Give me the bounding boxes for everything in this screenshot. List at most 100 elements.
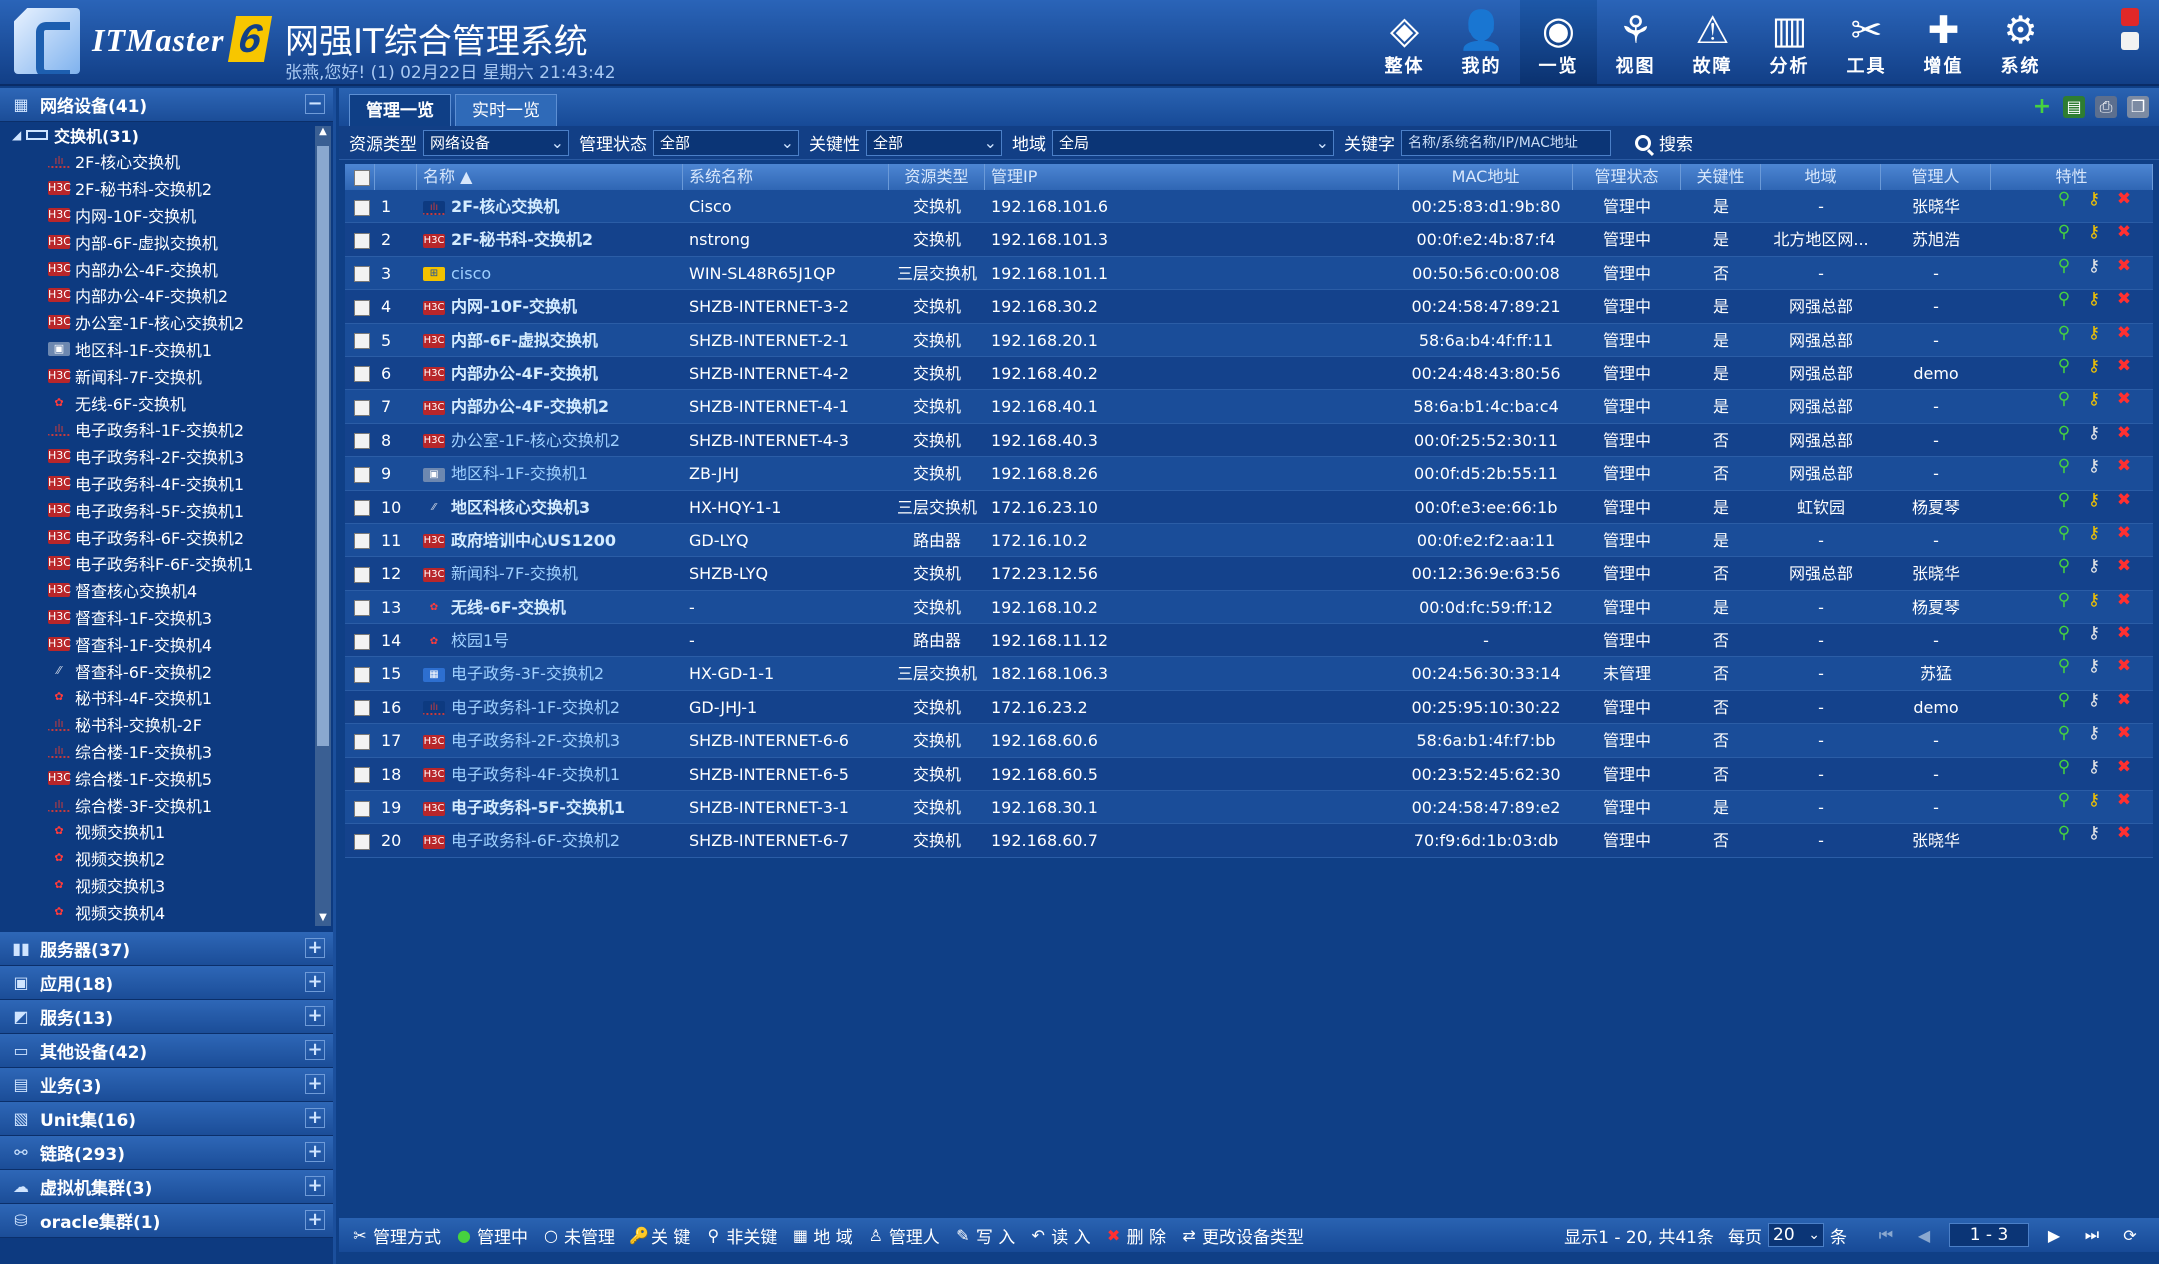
row-select[interactable] — [345, 223, 375, 255]
table-row[interactable]: 1 ılı 2F-核心交换机 Cisco 交换机 192.168.101.6 00:25:8… — [345, 190, 2153, 224]
scroll-up-icon[interactable]: ▲ — [317, 126, 329, 140]
nav-item-3[interactable]: ⚘ 视图 — [1597, 0, 1674, 84]
manage-status-icon[interactable]: ⚲ — [2055, 290, 2073, 308]
tree-item-device[interactable]: H3C 督查科-1F-交换机3 — [0, 604, 333, 631]
row-select[interactable] — [345, 624, 375, 656]
sidebar-category[interactable]: ▤ 业务(3) + — [0, 1068, 333, 1102]
search-button[interactable]: 搜索 — [1635, 130, 1693, 155]
collapse-icon[interactable]: − — [305, 94, 325, 114]
key-icon[interactable]: ⚷ — [2085, 357, 2103, 375]
device-name-link[interactable]: 电子政务科-1F-交换机2 — [451, 698, 620, 717]
key-icon[interactable]: ⚷ — [2085, 758, 2103, 776]
table-row[interactable]: 2 H3C 2F-秘书科-交换机2 nstrong 交换机 192.168.101.3 00… — [345, 223, 2153, 257]
row-select[interactable] — [345, 791, 375, 823]
device-name-link[interactable]: 内部办公-4F-交换机2 — [451, 397, 609, 416]
bottom-button-key[interactable]: 🔑 关 键 — [629, 1223, 690, 1248]
table-row[interactable]: 5 H3C 内部-6F-虚拟交换机 SHZB-INTERNET-2-1 交换机 192.1… — [345, 323, 2153, 357]
next-page-icon[interactable]: ▶ — [2041, 1226, 2067, 1245]
device-name-link[interactable]: 电子政务科-2F-交换机3 — [451, 731, 620, 750]
header-sysname[interactable]: 系统名称 — [683, 164, 889, 190]
checkbox[interactable] — [354, 199, 370, 216]
tree-item-device[interactable]: H3C 电子政务科-5F-交换机1 — [0, 496, 333, 523]
delete-icon[interactable]: ✖ — [2115, 223, 2133, 241]
table-row[interactable]: 9 ▣ 地区科-1F-交换机1 ZB-JHJ 交换机 192.168.8.26 00:0f:… — [345, 457, 2153, 491]
expand-icon[interactable]: + — [305, 938, 325, 958]
delete-icon[interactable]: ✖ — [2115, 257, 2133, 275]
device-name-cell[interactable]: ⊞ cisco — [417, 257, 683, 289]
tree-item-device[interactable]: H3C 办公室-1F-核心交换机2 — [0, 309, 333, 336]
header-mac[interactable]: MAC地址 — [1399, 164, 1573, 190]
sidebar-category[interactable]: ◩ 服务(13) + — [0, 1000, 333, 1034]
add-icon[interactable]: + — [2031, 96, 2053, 118]
tab-realtime-overview[interactable]: 实时一览 — [455, 94, 557, 126]
tree-item-device[interactable]: H3C 电子政务科F-6F-交换机1 — [0, 550, 333, 577]
table-row[interactable]: 3 ⊞ cisco WIN-SL48R65J1QP 三层交换机 192.168.101.1… — [345, 256, 2153, 291]
header-criticality[interactable]: 关键性 — [1681, 164, 1761, 190]
bottom-button-region[interactable]: ▦ 地 域 — [791, 1223, 853, 1248]
manage-status-icon[interactable]: ⚲ — [2055, 791, 2073, 809]
manage-status-icon[interactable]: ⚲ — [2055, 591, 2073, 609]
manage-status-icon[interactable]: ⚲ — [2055, 524, 2073, 542]
checkbox[interactable] — [354, 299, 370, 316]
tree-item-device[interactable]: ılı 综合楼-1F-交换机3 — [0, 738, 333, 765]
key-icon[interactable]: ⚷ — [2085, 557, 2103, 575]
table-row[interactable]: 12 H3C 新闻科-7F-交换机 SHZB-LYQ 交换机 172.23.12.56 00… — [345, 557, 2153, 591]
checkbox[interactable] — [354, 566, 370, 583]
sidebar-category[interactable]: ⚯ 链路(293) + — [0, 1136, 333, 1170]
tree-item-device[interactable]: H3C 督查核心交换机4 — [0, 577, 333, 604]
row-select[interactable] — [345, 824, 375, 856]
tree-item-device[interactable]: H3C 新闻科-7F-交换机 — [0, 362, 333, 389]
tree-item-device[interactable]: ılı 2F-核心交换机 — [0, 148, 333, 175]
per-page-select[interactable]: 20 ⌄ — [1768, 1223, 1824, 1247]
close-icon[interactable] — [2121, 8, 2139, 26]
table-row[interactable]: 8 H3C 办公室-1F-核心交换机2 SHZB-INTERNET-4-3 交换机 192… — [345, 423, 2153, 458]
tree-item-device[interactable]: ▣ 地区科-1F-交换机1 — [0, 336, 333, 363]
manage-status-icon[interactable]: ⚲ — [2055, 624, 2073, 642]
checkbox[interactable] — [354, 232, 370, 249]
bottom-button-tools[interactable]: ✂ 管理方式 — [351, 1223, 441, 1248]
device-name-cell[interactable]: ılı 电子政务科-1F-交换机2 — [417, 691, 683, 723]
sidebar-category[interactable]: ▧ Unit集(16) + — [0, 1102, 333, 1136]
export-icon[interactable]: ▤ — [2063, 96, 2085, 118]
sidebar-category[interactable]: ▭ 其他设备(42) + — [0, 1034, 333, 1068]
row-select[interactable] — [345, 424, 375, 456]
key-icon[interactable]: ⚷ — [2085, 591, 2103, 609]
key-icon[interactable]: ⚷ — [2085, 257, 2103, 275]
checkbox[interactable] — [354, 633, 370, 650]
tree-item-device[interactable]: H3C 综合楼-1F-交换机5 — [0, 764, 333, 791]
checkbox[interactable] — [354, 600, 370, 617]
header-name[interactable]: 名称 ▲ — [417, 164, 683, 190]
device-name-cell[interactable]: H3C 内部办公-4F-交换机 — [417, 357, 683, 389]
device-name-link[interactable]: 校园1号 — [451, 631, 509, 650]
last-page-icon[interactable]: ⏭ — [2079, 1225, 2105, 1245]
checkbox[interactable] — [354, 433, 370, 450]
manage-status-icon[interactable]: ⚲ — [2055, 357, 2073, 375]
manage-status-icon[interactable]: ⚲ — [2055, 424, 2073, 442]
tree-group-switch[interactable]: ◢ 交换机(31) — [0, 122, 333, 148]
device-name-cell[interactable]: ▣ 地区科-1F-交换机1 — [417, 457, 683, 489]
device-name-link[interactable]: 无线-6F-交换机 — [451, 598, 566, 617]
header-ip[interactable]: 管理IP — [985, 164, 1399, 190]
tree-item-device[interactable]: H3C 内部-6F-虚拟交换机 — [0, 228, 333, 255]
row-select[interactable] — [345, 758, 375, 790]
table-row[interactable]: 17 H3C 电子政务科-2F-交换机3 SHZB-INTERNET-6-6 交换机 19… — [345, 724, 2153, 758]
sidebar-category[interactable]: ▮▮ 服务器(37) + — [0, 932, 333, 966]
delete-icon[interactable]: ✖ — [2115, 290, 2133, 308]
nav-item-7[interactable]: ✚ 增值 — [1905, 0, 1982, 84]
device-name-cell[interactable]: ılı 2F-核心交换机 — [417, 190, 683, 222]
tree-item-device[interactable]: H3C 内网-10F-交换机 — [0, 202, 333, 229]
expand-icon[interactable]: + — [305, 972, 325, 992]
tree-scrollbar[interactable]: ▲ ▼ — [315, 126, 331, 926]
manage-status-icon[interactable]: ⚲ — [2055, 190, 2073, 208]
checkbox[interactable] — [353, 169, 370, 186]
tree-item-device[interactable]: H3C 内部办公-4F-交换机 — [0, 255, 333, 282]
manage-status-icon[interactable]: ⚲ — [2055, 390, 2073, 408]
device-name-link[interactable]: 内部办公-4F-交换机 — [451, 364, 598, 383]
header-region[interactable]: 地域 — [1761, 164, 1881, 190]
table-row[interactable]: 14 ✿ 校园1号 - 路由器 192.168.11.12 - 管理中 否 - - ⚲ ⚷ ✖ — [345, 624, 2153, 658]
delete-icon[interactable]: ✖ — [2115, 724, 2133, 742]
first-page-icon[interactable]: ⏮ — [1873, 1225, 1899, 1245]
manage-status-icon[interactable]: ⚲ — [2055, 824, 2073, 842]
keyword-input[interactable]: 名称/系统名称/IP/MAC地址 — [1401, 129, 1611, 156]
delete-icon[interactable]: ✖ — [2115, 791, 2133, 809]
